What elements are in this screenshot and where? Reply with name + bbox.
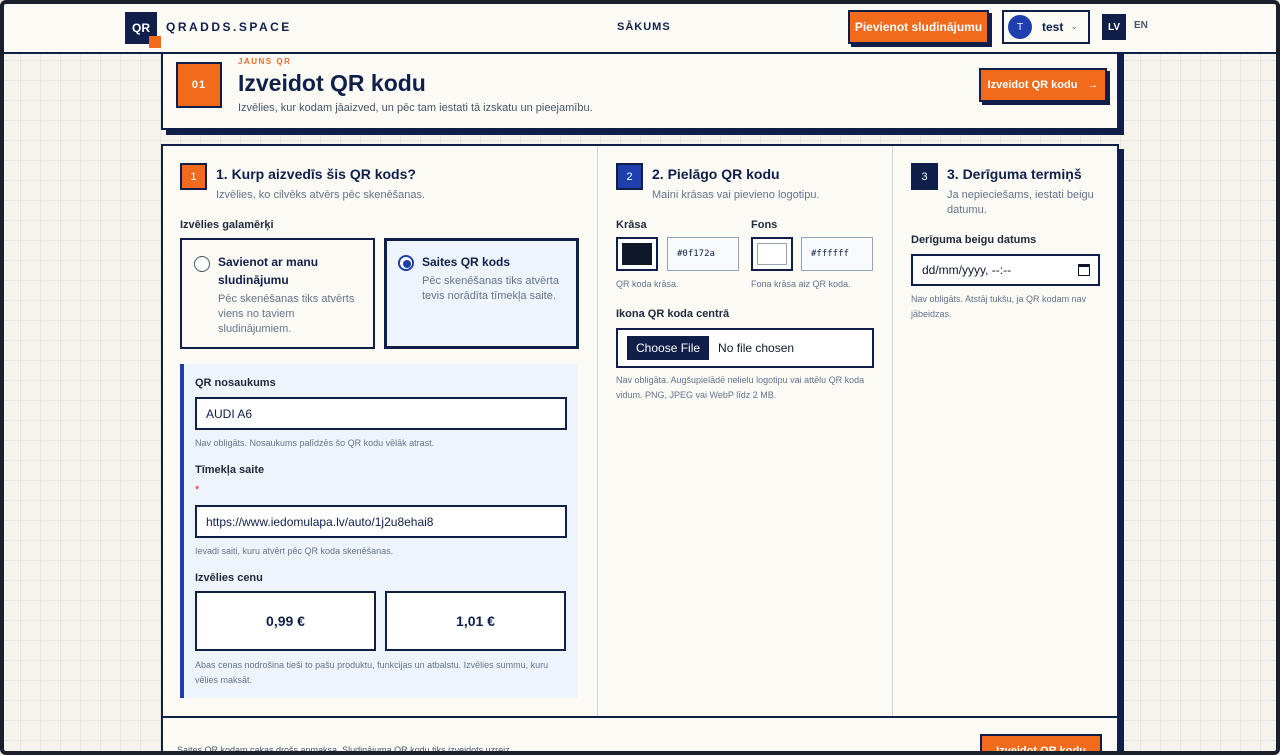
option-desc: Pēc skenēšanas tiks atvērta tevis norādī… — [422, 275, 559, 302]
option-title: Savienot ar manu sludinājumu — [218, 255, 319, 287]
chevron-down-icon: ⌄ — [1070, 21, 1078, 31]
destination-label: Izvēlies galamērķi — [180, 219, 274, 231]
expiry-label: Derīguma beigu datums — [911, 234, 1037, 246]
step2-title: 2. Pielāgo QR kodu — [652, 166, 780, 182]
qr-name-label: QR nosaukums — [195, 377, 276, 389]
bg-hint: Fona krāsa aiz QR koda. — [751, 279, 851, 289]
step2-subtitle: Maini krāsas vai pievieno logotipu. — [652, 189, 820, 201]
option-desc: Pēc skenēšanas tiks atvērts viens no tav… — [218, 293, 355, 335]
create-qr-button-top[interactable]: Izveidot QR kodu → — [979, 68, 1107, 102]
avatar: T — [1008, 15, 1032, 39]
file-status: No file chosen — [718, 341, 795, 355]
user-menu[interactable]: T test ⌄ — [1002, 10, 1090, 44]
create-qr-label: Izveidot QR kodu — [987, 79, 1078, 91]
step3-subtitle: Ja nepieciešams, iestati beigu datumu. — [947, 189, 1094, 216]
step1-badge: 1 — [180, 163, 207, 190]
color-hint: QR koda krāsa. — [616, 279, 679, 289]
page-subtitle: Izvēlies, kur kodam jāaizved, un pēc tam… — [238, 102, 593, 114]
required-marker: * — [195, 484, 200, 496]
step3-title: 3. Derīguma termiņš — [947, 166, 1082, 182]
column-divider — [597, 146, 598, 718]
bg-hex-input[interactable]: #ffffff — [801, 237, 873, 271]
icon-label: Ikona QR koda centrā — [616, 308, 730, 320]
bg-label: Fons — [751, 219, 778, 231]
option-url-qr[interactable]: Saites QR kods Pēc skenēšanas tiks atvēr… — [384, 238, 579, 349]
step1-subtitle: Izvēlies, ko cilvēks atvērs pēc skenēšan… — [216, 189, 426, 201]
footer-divider — [161, 716, 1119, 718]
bg-swatch-fill — [757, 243, 787, 265]
logo-icon[interactable]: QR — [125, 12, 161, 48]
price-option-2[interactable]: 1,01 € — [385, 591, 566, 651]
bg-color-picker[interactable] — [751, 237, 793, 271]
qr-name-input[interactable]: AUDI A6 — [195, 397, 567, 430]
expiry-hint: Nav obligāts. Atstāj tukšu, ja QR kodam … — [911, 294, 1087, 319]
nav-home-link[interactable]: SĀKUMS — [617, 21, 671, 33]
qr-name-hint: Nav obligāts. Nosaukums palīdzēs šo QR k… — [195, 438, 435, 448]
column-divider — [892, 146, 893, 718]
price-hint: Abas cenas nodrošina tieši to pašu produ… — [195, 660, 549, 685]
intro-step-number: 01 — [176, 62, 222, 108]
color-label: Krāsa — [616, 219, 647, 231]
choose-file-button[interactable]: Choose File — [627, 336, 710, 360]
option-link-ad[interactable]: Savienot ar manu sludinājumu Pēc skenēša… — [180, 238, 375, 349]
lang-en-button[interactable]: EN — [1134, 20, 1148, 31]
footer-note: Saites QR kodam cakas drošs apmaksa. Slu… — [177, 745, 513, 755]
step3-badge: 3 — [911, 163, 938, 190]
lang-lv-button[interactable]: LV — [1102, 14, 1126, 40]
top-nav-bar: QR QRADDS.SPACE SĀKUMS Pievienot sludinā… — [4, 4, 1276, 54]
add-ad-button[interactable]: Pievienot sludinājumu — [848, 10, 989, 44]
intro-eyebrow: JAUNS QR — [238, 57, 292, 66]
price-option-1[interactable]: 0,99 € — [195, 591, 376, 651]
radio-url-qr[interactable] — [398, 255, 414, 271]
step1-title: 1. Kurp aizvedīs šis QR kods? — [216, 166, 416, 182]
page-title: Izveidot QR kodu — [238, 70, 426, 96]
color-picker[interactable] — [616, 237, 658, 271]
color-swatch-fill — [622, 243, 652, 265]
price-label: Izvēlies cenu — [195, 572, 263, 584]
color-hex-input[interactable]: #0f172a — [667, 237, 739, 271]
calendar-icon[interactable] — [1078, 264, 1090, 276]
logo-mark: QR — [132, 21, 150, 35]
option-title: Saites QR kods — [422, 255, 511, 269]
logo-text[interactable]: QRADDS.SPACE — [166, 20, 292, 34]
expiry-date-placeholder: dd/mm/yyyy, --:-- — [922, 263, 1012, 277]
step2-badge: 2 — [616, 163, 643, 190]
url-hint: Ievadi saiti, kuru atvērt pēc QR koda sk… — [195, 546, 394, 556]
url-input[interactable]: https://www.iedomulapa.lv/auto/1j2u8ehai… — [195, 505, 567, 538]
url-label: Tīmekļa saite — [195, 464, 265, 476]
icon-file-input[interactable]: Choose File No file chosen — [616, 328, 874, 368]
user-name: test — [1042, 20, 1064, 34]
icon-hint: Nav obligāta. Augšupielādē nelielu logot… — [616, 375, 865, 400]
arrow-right-icon: → — [1087, 79, 1099, 91]
create-qr-button-bottom[interactable]: Izveidot QR kodu — [980, 734, 1102, 755]
radio-link-ad[interactable] — [194, 256, 210, 272]
expiry-date-input[interactable]: dd/mm/yyyy, --:-- — [911, 254, 1100, 286]
logo-corner — [149, 36, 161, 48]
